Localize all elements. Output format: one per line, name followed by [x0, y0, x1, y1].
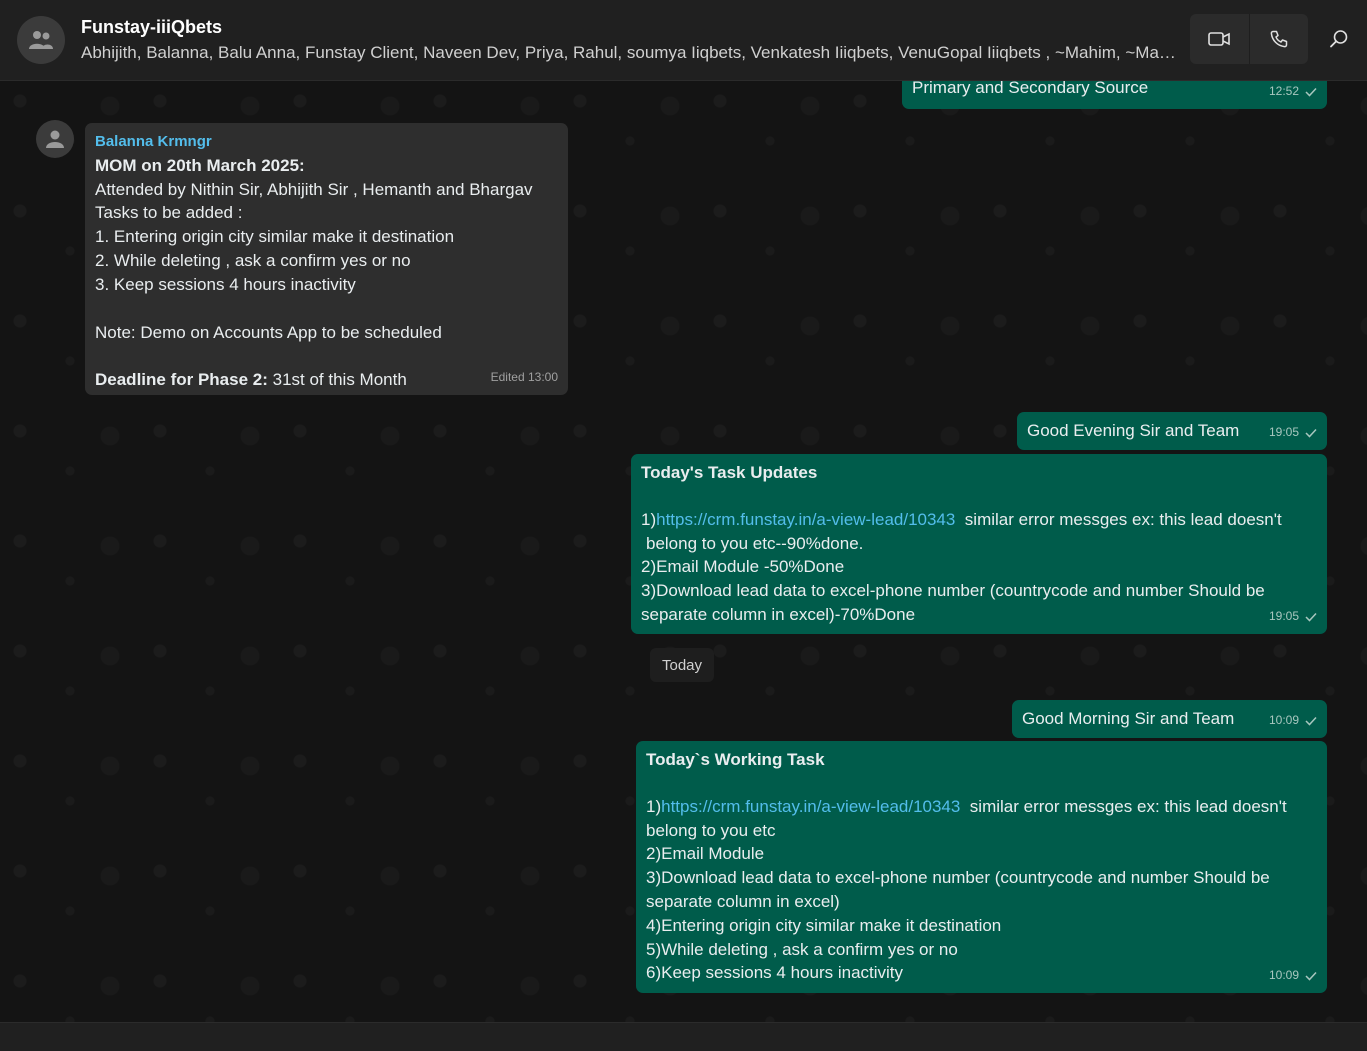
message-line: 5)While deleting , ask a confirm yes or …: [646, 939, 958, 959]
message-text: Primary and Secondary Source: [912, 81, 1149, 97]
sent-check-icon: [1305, 88, 1317, 97]
message-line: 4)Entering origin city similar make it d…: [646, 915, 1002, 935]
message-time: 12:52: [1268, 84, 1299, 99]
message-composer[interactable]: [0, 1022, 1367, 1051]
message-line: 1)https://crm.funstay.in/a-view-lead/103…: [641, 508, 1311, 556]
message-list[interactable]: Primary and Secondary Source 12:52 Balan…: [0, 81, 1367, 1022]
message-line: 3)Download lead data to excel-phone numb…: [646, 868, 1270, 911]
message-line: 1)https://crm.funstay.in/a-view-lead/103…: [646, 795, 1311, 843]
group-avatar[interactable]: [17, 16, 65, 64]
search-icon: [1330, 30, 1348, 48]
sender-avatar[interactable]: [36, 120, 74, 158]
deadline-label: Deadline for Phase 2:: [95, 370, 268, 390]
participants-list[interactable]: Abhijith, Balanna, Balu Anna, Funstay Cl…: [81, 43, 1181, 63]
video-call-icon: [1208, 32, 1231, 46]
voice-call-button[interactable]: [1248, 14, 1309, 64]
message-time: 19:05: [1268, 425, 1299, 440]
list-number: 1): [646, 796, 662, 816]
message-meta: 10:09: [1269, 964, 1317, 988]
call-button-group: [1190, 14, 1308, 64]
list-number: 1): [641, 509, 657, 529]
message-meta: 12:52: [1269, 81, 1317, 104]
message-line: 1. Entering origin city similar make it …: [95, 227, 455, 247]
message-outgoing[interactable]: Today`s Working Task 1)https://crm.funst…: [636, 741, 1327, 993]
message-outgoing[interactable]: Primary and Secondary Source 12:52: [902, 81, 1327, 109]
message-outgoing[interactable]: Good Morning Sir and Team 10:09: [1012, 700, 1327, 738]
date-separator: Today: [650, 648, 714, 682]
message-meta: 19:05: [1269, 605, 1317, 629]
voice-call-icon: [1270, 30, 1287, 48]
message-outgoing[interactable]: Today's Task Updates 1)https://crm.funst…: [631, 454, 1327, 634]
chat-title[interactable]: Funstay-iiiQbets: [81, 17, 222, 38]
message-line: 2)Email Module -50%Done: [641, 557, 845, 577]
message-title: MOM on 20th March 2025:: [95, 155, 305, 175]
message-time: 10:09: [1268, 968, 1299, 983]
message-incoming[interactable]: Balanna Krmngr MOM on 20th March 2025: A…: [85, 123, 568, 395]
message-line: 3. Keep sessions 4 hours inactivity: [95, 274, 356, 294]
group-avatar-icon: [29, 31, 53, 49]
chat-header: Funstay-iiiQbets Abhijith, Balanna, Balu…: [0, 0, 1367, 81]
message-outgoing[interactable]: Good Evening Sir and Team 19:05: [1017, 412, 1327, 450]
sent-check-icon: [1305, 613, 1317, 622]
sent-check-icon: [1305, 429, 1317, 438]
message-line: 2)Email Module: [646, 844, 765, 864]
deadline-value: 31st of this Month: [267, 370, 407, 390]
sender-name[interactable]: Balanna Krmngr: [95, 130, 560, 154]
sent-check-icon: [1305, 972, 1317, 981]
message-text: Good Morning Sir and Team: [1022, 709, 1235, 728]
message-text: Good Evening Sir and Team: [1027, 421, 1240, 440]
lead-link[interactable]: https://crm.funstay.in/a-view-lead/10343: [656, 510, 955, 529]
message-meta: Edited 13:00: [491, 366, 558, 390]
search-button[interactable]: [1320, 20, 1358, 58]
message-meta: 19:05: [1269, 421, 1317, 445]
message-line: Attended by Nithin Sir, Abhijith Sir , H…: [95, 179, 533, 199]
message-meta: 10:09: [1269, 709, 1317, 733]
message-line: Tasks to be added :: [95, 203, 243, 223]
video-call-button[interactable]: [1190, 14, 1249, 64]
message-time: 10:09: [1268, 713, 1299, 728]
message-line: 6)Keep sessions 4 hours inactivity: [646, 963, 904, 983]
message-line: 3)Download lead data to excel-phone numb…: [641, 581, 1265, 624]
message-title: Today`s Working Task: [646, 750, 825, 769]
sent-check-icon: [1305, 717, 1317, 726]
user-avatar-icon: [46, 130, 64, 148]
message-time: Edited 13:00: [490, 370, 558, 385]
message-time: 19:05: [1268, 609, 1299, 624]
lead-link[interactable]: https://crm.funstay.in/a-view-lead/10343: [661, 797, 960, 816]
message-title: Today's Task Updates: [641, 463, 818, 482]
message-line: 2. While deleting , ask a confirm yes or…: [95, 250, 411, 270]
message-note: Note: Demo on Accounts App to be schedul…: [95, 322, 442, 342]
